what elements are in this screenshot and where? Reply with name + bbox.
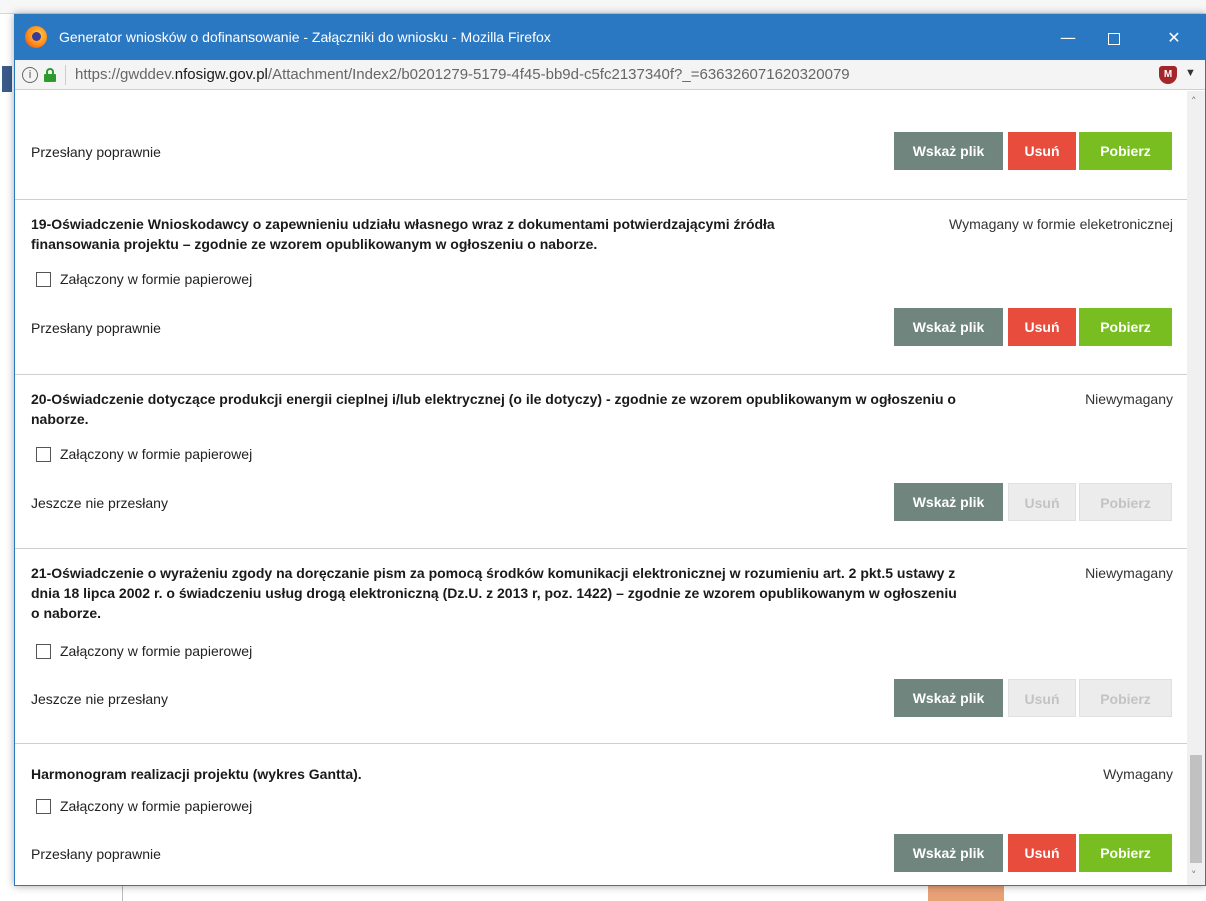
scroll-up-icon[interactable]: ˄ <box>1191 95 1197 108</box>
title-bar[interactable]: Generator wniosków o dofinansowanie - Za… <box>15 15 1205 60</box>
minimize-button[interactable]: — <box>1045 15 1091 60</box>
paper-form-checkbox-row[interactable]: Załączony w formie papierowej <box>36 797 252 815</box>
background-page-left <box>0 14 14 901</box>
scrollbar-thumb[interactable] <box>1190 755 1202 863</box>
url-domain: nfosigw.gov.pl <box>174 66 268 83</box>
background-page-top <box>0 0 1206 14</box>
paper-form-checkbox[interactable] <box>36 271 51 287</box>
vertical-scrollbar[interactable]: ˄ ˅ <box>1187 91 1205 885</box>
download-button[interactable]: Pobierz <box>1079 834 1172 872</box>
background-accent <box>2 66 12 92</box>
address-bar[interactable]: i https://gwddev.nfosigw.gov.pl/Attachme… <box>15 60 1205 90</box>
url-prefix: https://gwddev. <box>75 66 175 83</box>
delete-button[interactable]: Usuń <box>1008 132 1076 170</box>
checkbox-label: Załączony w formie papierowej <box>60 271 253 287</box>
paper-form-checkbox[interactable] <box>36 643 51 659</box>
attachment-title-line: dnia 18 lipca 2002 r. o świadczeniu usłu… <box>31 585 957 601</box>
attachments-content: Przesłany poprawnie Wskaż plik Usuń Pobi… <box>15 91 1187 885</box>
attachment-section: Harmonogram realizacji projektu (wykres … <box>15 744 1187 885</box>
attachment-title-line: naborze. <box>31 411 89 427</box>
download-button[interactable]: Pobierz <box>1079 132 1172 170</box>
close-button[interactable]: ✕ <box>1151 15 1197 60</box>
requirement-label: Niewymagany <box>1085 565 1173 581</box>
upload-status: Przesłany poprawnie <box>31 320 161 336</box>
paper-form-checkbox[interactable] <box>36 446 51 462</box>
download-button-disabled: Pobierz <box>1079 679 1172 717</box>
attachment-section: 21-Oświadczenie o wyrażeniu zgody na dor… <box>15 549 1187 744</box>
url-separator <box>65 65 66 85</box>
background-orange-block <box>928 886 1004 901</box>
checkbox-label: Załączony w formie papierowej <box>60 446 253 462</box>
maximize-icon <box>1108 32 1120 45</box>
background-page-bottom <box>0 886 1206 901</box>
lock-icon[interactable] <box>44 68 56 82</box>
choose-file-button[interactable]: Wskaż plik <box>894 679 1003 717</box>
attachment-title-line: 19-Oświadczenie Wnioskodawcy o zapewnien… <box>31 216 775 232</box>
requirement-label: Niewymagany <box>1085 391 1173 407</box>
attachment-title-line: 20-Oświadczenie dotyczące produkcji ener… <box>31 391 956 407</box>
delete-button-disabled: Usuń <box>1008 679 1076 717</box>
attachment-section: 19-Oświadczenie Wnioskodawcy o zapewnien… <box>15 200 1187 375</box>
attachment-title-line: Harmonogram realizacji projektu (wykres … <box>31 766 362 782</box>
delete-button-disabled: Usuń <box>1008 483 1076 521</box>
delete-button[interactable]: Usuń <box>1008 834 1076 872</box>
paper-form-checkbox[interactable] <box>36 798 51 814</box>
attachment-section: Przesłany poprawnie Wskaż plik Usuń Pobi… <box>15 91 1187 200</box>
delete-button[interactable]: Usuń <box>1008 308 1076 346</box>
dropdown-arrow-icon[interactable]: ▼ <box>1185 67 1196 79</box>
paper-form-checkbox-row[interactable]: Załączony w formie papierowej <box>36 445 252 463</box>
window-title: Generator wniosków o dofinansowanie - Za… <box>59 29 551 45</box>
checkbox-label: Załączony w formie papierowej <box>60 798 253 814</box>
url-text[interactable]: https://gwddev.nfosigw.gov.pl/Attachment… <box>75 66 850 83</box>
attachment-title: 21-Oświadczenie o wyrażeniu zgody na dor… <box>31 563 1081 623</box>
download-button-disabled: Pobierz <box>1079 483 1172 521</box>
choose-file-button[interactable]: Wskaż plik <box>894 132 1003 170</box>
requirement-label: Wymagany w formie eleketronicznej <box>949 216 1173 232</box>
url-suffix: /Attachment/Index2/b0201279-5179-4f45-bb… <box>267 66 850 83</box>
checkbox-label: Załączony w formie papierowej <box>60 643 253 659</box>
upload-status: Jeszcze nie przesłany <box>31 495 168 511</box>
attachment-section: 20-Oświadczenie dotyczące produkcji ener… <box>15 375 1187 549</box>
upload-status: Jeszcze nie przesłany <box>31 691 168 707</box>
firefox-popup-window: Generator wniosków o dofinansowanie - Za… <box>14 14 1206 886</box>
maximize-button[interactable] <box>1091 15 1137 60</box>
requirement-label: Wymagany <box>1103 766 1173 782</box>
upload-status: Przesłany poprawnie <box>31 846 161 862</box>
attachment-title: 19-Oświadczenie Wnioskodawcy o zapewnien… <box>31 214 911 254</box>
choose-file-button[interactable]: Wskaż plik <box>894 308 1003 346</box>
attachment-title: 20-Oświadczenie dotyczące produkcji ener… <box>31 389 1081 429</box>
upload-status: Przesłany poprawnie <box>31 144 161 160</box>
choose-file-button[interactable]: Wskaż plik <box>894 834 1003 872</box>
firefox-icon <box>25 26 47 48</box>
scroll-down-icon[interactable]: ˅ <box>1191 869 1197 882</box>
background-divider <box>122 886 123 901</box>
choose-file-button[interactable]: Wskaż plik <box>894 483 1003 521</box>
download-button[interactable]: Pobierz <box>1079 308 1172 346</box>
attachment-title-line: finansowania projektu – zgodnie ze wzore… <box>31 236 598 252</box>
paper-form-checkbox-row[interactable]: Załączony w formie papierowej <box>36 270 252 288</box>
info-icon[interactable]: i <box>22 67 38 83</box>
paper-form-checkbox-row[interactable]: Załączony w formie papierowej <box>36 642 252 660</box>
attachment-title-line: o naborze. <box>31 605 102 621</box>
shield-extension-icon[interactable]: M <box>1159 66 1177 84</box>
attachment-title-line: 21-Oświadczenie o wyrażeniu zgody na dor… <box>31 565 956 581</box>
attachment-title: Harmonogram realizacji projektu (wykres … <box>31 764 911 784</box>
